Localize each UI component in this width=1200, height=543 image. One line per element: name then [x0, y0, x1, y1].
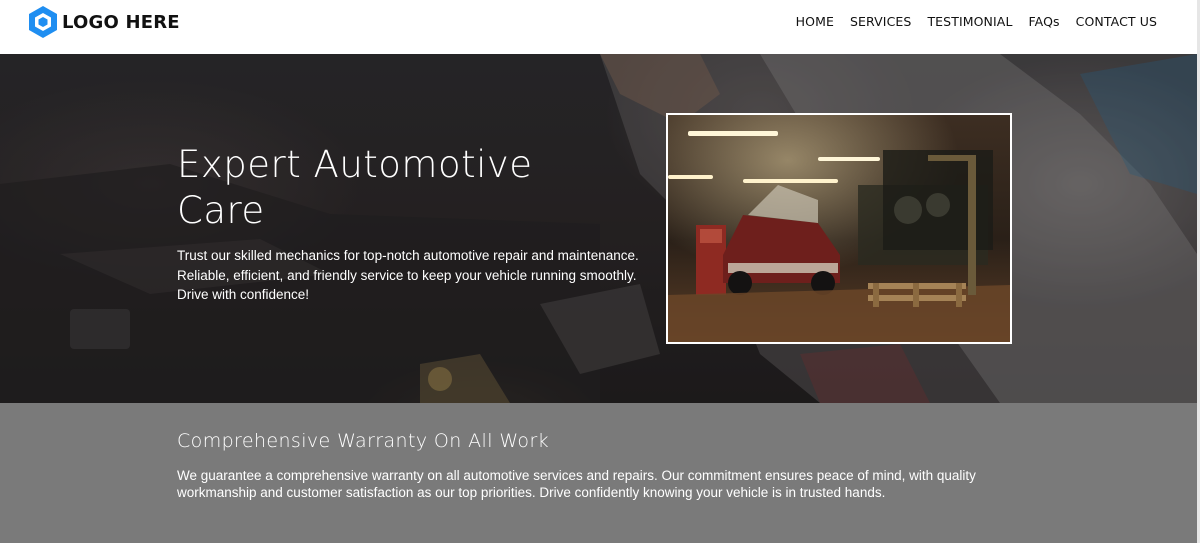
hexagon-logo-icon [26, 5, 60, 39]
warranty-section: Comprehensive Warranty On All Work We gu… [0, 403, 1197, 543]
nav-contact-us[interactable]: CONTACT US [1076, 14, 1157, 29]
garage-image [668, 115, 1010, 342]
nav-faqs[interactable]: FAQs [1029, 14, 1060, 29]
nav-testimonial[interactable]: TESTIMONIAL [927, 14, 1012, 29]
hero-description: Trust our skilled mechanics for top-notc… [177, 248, 639, 302]
nav-home[interactable]: HOME [796, 14, 834, 29]
warranty-title: Comprehensive Warranty On All Work [177, 430, 550, 452]
logo[interactable]: LOGO HERE [26, 6, 180, 38]
main-nav: HOME SERVICES TESTIMONIAL FAQs CONTACT U… [796, 14, 1157, 29]
nav-services[interactable]: SERVICES [850, 14, 911, 29]
hero-title: Expert Automotive Care [177, 143, 533, 232]
logo-text: LOGO HERE [62, 11, 180, 33]
hero-section: Expert Automotive Care Trust our skilled… [0, 54, 1197, 403]
garage-photo [666, 113, 1012, 344]
warranty-description: We guarantee a comprehensive warranty on… [177, 468, 976, 500]
site-header: LOGO HERE HOME SERVICES TESTIMONIAL FAQs… [0, 0, 1200, 54]
